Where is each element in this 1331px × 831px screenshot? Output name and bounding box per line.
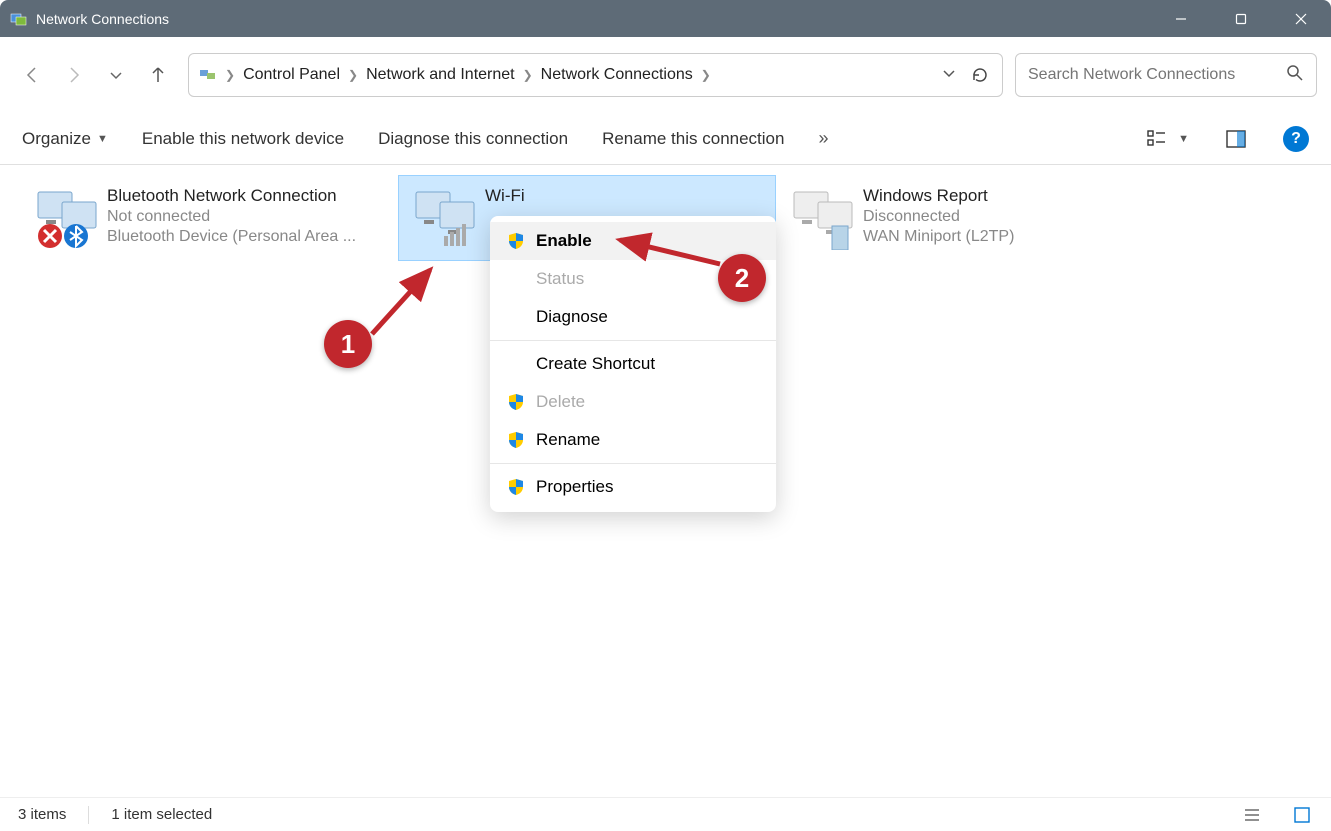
shield-icon	[506, 477, 526, 497]
maximize-button[interactable]	[1211, 0, 1271, 37]
window-controls	[1151, 0, 1331, 37]
diagnose-connection-button[interactable]: Diagnose this connection	[378, 129, 568, 149]
annotation-arrow-1	[358, 258, 448, 348]
connection-device: Bluetooth Device (Personal Area ...	[107, 228, 377, 246]
address-bar[interactable]: ❯ Control Panel ❯ Network and Internet ❯…	[188, 53, 1003, 97]
chevron-right-icon: ❯	[348, 68, 358, 82]
shield-icon	[506, 392, 526, 412]
menu-separator	[490, 340, 776, 341]
connection-icon	[405, 184, 485, 252]
menu-item-label: Properties	[536, 477, 613, 497]
up-button[interactable]	[140, 57, 176, 93]
forward-button[interactable]	[56, 57, 92, 93]
caret-down-icon: ▼	[97, 133, 108, 145]
menu-item-label: Rename	[536, 430, 600, 450]
breadcrumb-control-panel[interactable]: Control Panel	[239, 62, 344, 88]
rename-connection-button[interactable]: Rename this connection	[602, 129, 784, 149]
shield-icon	[506, 430, 526, 450]
caret-down-icon: ▼	[1178, 133, 1189, 145]
chevron-right-icon: ❯	[523, 68, 533, 82]
context-menu-create-shortcut[interactable]: Create Shortcut	[490, 345, 776, 383]
minimize-button[interactable]	[1151, 0, 1211, 37]
location-icon	[197, 64, 219, 86]
context-menu-rename[interactable]: Rename	[490, 421, 776, 459]
selection-count: 1 item selected	[111, 806, 212, 823]
breadcrumb-network-internet[interactable]: Network and Internet	[362, 62, 519, 88]
menu-item-label: Delete	[536, 392, 585, 412]
connection-device: WAN Miniport (L2TP)	[863, 228, 1133, 246]
connection-status: Disconnected	[863, 208, 1147, 226]
connection-item-vpn[interactable]: Windows Report Disconnected WAN Miniport…	[776, 175, 1154, 261]
item-count: 3 items	[18, 806, 66, 823]
details-view-button[interactable]	[1241, 804, 1263, 826]
title-bar: Network Connections	[0, 0, 1331, 37]
connection-item-bluetooth[interactable]: Bluetooth Network Connection Not connect…	[20, 175, 398, 261]
annotation-badge-1: 1	[324, 320, 372, 368]
menu-separator	[490, 463, 776, 464]
search-icon	[1286, 64, 1304, 87]
connection-name: Wi-Fi	[485, 186, 769, 206]
overflow-button[interactable]: »	[818, 128, 828, 149]
menu-item-label: Enable	[536, 231, 592, 251]
organize-label: Organize	[22, 129, 91, 149]
context-menu-diagnose[interactable]: Diagnose	[490, 298, 776, 336]
annotation-arrow-2	[608, 232, 728, 272]
enable-device-button[interactable]: Enable this network device	[142, 129, 344, 149]
menu-item-label: Status	[536, 269, 584, 289]
app-icon	[10, 10, 28, 28]
recent-dropdown[interactable]	[98, 57, 134, 93]
connection-name: Bluetooth Network Connection	[107, 186, 391, 206]
search-box[interactable]	[1015, 53, 1317, 97]
view-options-button[interactable]	[1144, 126, 1170, 152]
divider	[88, 806, 89, 824]
shield-icon	[506, 231, 526, 251]
preview-pane-button[interactable]	[1223, 126, 1249, 152]
menu-item-label: Diagnose	[536, 307, 608, 327]
context-menu-delete: Delete	[490, 383, 776, 421]
back-button[interactable]	[14, 57, 50, 93]
organize-menu[interactable]: Organize ▼	[22, 129, 108, 149]
status-bar: 3 items 1 item selected	[0, 797, 1331, 831]
help-button[interactable]: ?	[1283, 126, 1309, 152]
command-bar: Organize ▼ Enable this network device Di…	[0, 113, 1331, 165]
navigation-bar: ❯ Control Panel ❯ Network and Internet ❯…	[0, 37, 1331, 113]
address-dropdown[interactable]	[942, 66, 956, 85]
connection-icon	[783, 184, 863, 252]
close-button[interactable]	[1271, 0, 1331, 37]
breadcrumb-network-connections[interactable]: Network Connections	[537, 62, 697, 88]
search-input[interactable]	[1028, 66, 1286, 84]
connection-icon	[27, 184, 107, 252]
window-title: Network Connections	[36, 11, 1151, 27]
annotation-badge-2: 2	[718, 254, 766, 302]
context-menu-properties[interactable]: Properties	[490, 468, 776, 506]
menu-item-label: Create Shortcut	[536, 354, 655, 374]
chevron-right-icon: ❯	[225, 68, 235, 82]
refresh-button[interactable]	[966, 57, 994, 93]
connection-status: Not connected	[107, 208, 391, 226]
large-icons-view-button[interactable]	[1291, 804, 1313, 826]
connection-name: Windows Report	[863, 186, 1147, 206]
chevron-right-icon: ❯	[701, 68, 711, 82]
